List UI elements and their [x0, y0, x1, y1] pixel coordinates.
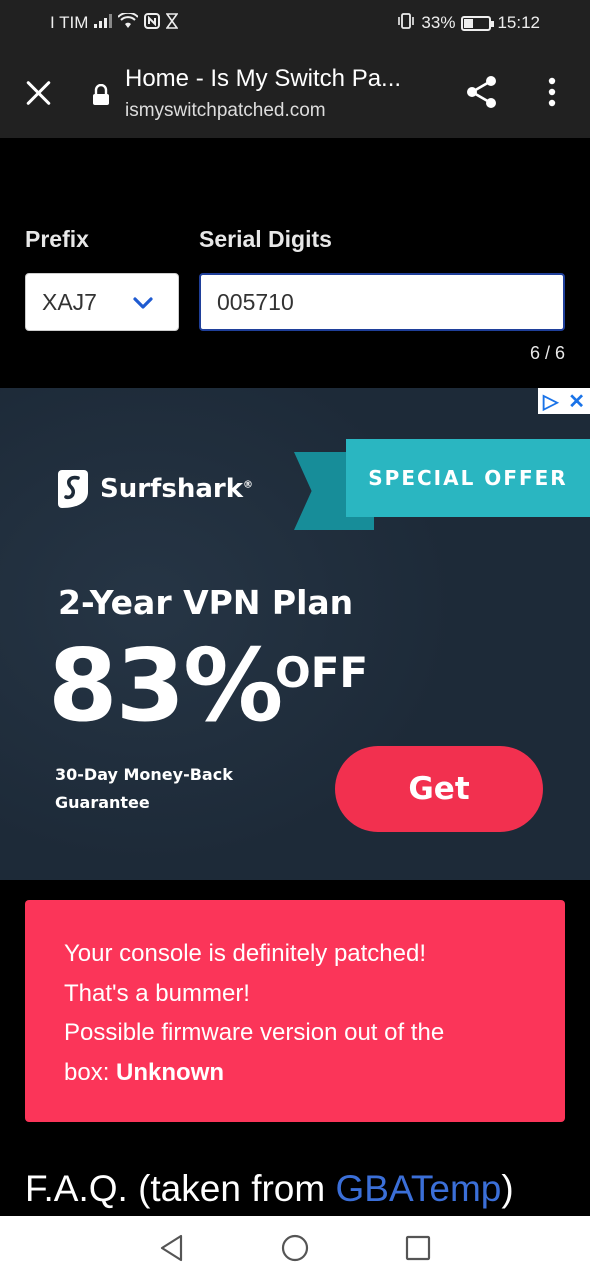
page-url[interactable]: ismyswitchpatched.com [125, 100, 326, 122]
discount-percent: 83% [48, 627, 283, 744]
guarantee-text: 30-Day Money-Back Guarantee [55, 765, 233, 812]
navigation-bar [0, 1216, 590, 1280]
ad-choices[interactable]: ▷ ✕ [538, 388, 590, 414]
home-icon[interactable] [280, 1233, 310, 1263]
status-left: I TIM [50, 11, 179, 34]
serial-digits-label: Serial Digits [199, 226, 332, 252]
result-line-3: Possible firmware version out of the [64, 1019, 445, 1046]
result-alert: Your console is definitely patched! That… [25, 900, 565, 1122]
serial-digits-input[interactable] [199, 273, 565, 331]
gbatemp-link[interactable]: GBATemp [335, 1168, 501, 1209]
hourglass-icon [165, 12, 179, 34]
battery-percent: 33% [421, 13, 456, 32]
brand-registered-mark: ® [243, 479, 254, 491]
battery-fill [464, 18, 474, 28]
result-line-1: Your console is definitely patched! [64, 940, 427, 967]
chevron-down-icon [132, 292, 154, 314]
status-right: 33% 15:12 [397, 12, 540, 34]
ad-choices-play-icon[interactable]: ▷ [543, 389, 558, 414]
firmware-version: Unknown [116, 1058, 225, 1086]
signal-icon [94, 13, 113, 33]
more-options-icon[interactable] [536, 74, 568, 110]
carrier-label: I TIM [50, 13, 89, 32]
ribbon-text: SPECIAL OFFER [368, 466, 568, 490]
faq-title-suffix: ) [501, 1168, 514, 1209]
nfc-icon [144, 12, 161, 34]
prefix-label: Prefix [25, 226, 89, 252]
get-button[interactable]: Get [335, 746, 543, 832]
share-icon[interactable] [464, 74, 500, 110]
status-bar: I TIM 33% 15:12 [0, 0, 590, 46]
plan-headline: 2-Year VPN Plan [58, 583, 354, 622]
brand-name-text: Surfshark [100, 474, 244, 504]
browser-toolbar: Home - Is My Switch Pa... ismyswitchpatc… [0, 46, 590, 138]
advertisement-banner[interactable]: ▷ ✕ SPECIAL OFFER Surfshark® 2-Year VPN … [0, 388, 590, 880]
brand: Surfshark® [56, 468, 253, 510]
character-counter: 6 / 6 [529, 343, 565, 363]
faq-heading: F.A.Q. (taken from GBATemp) [25, 1168, 514, 1210]
result-line-4: box: Unknown [64, 1053, 545, 1093]
special-offer-ribbon: SPECIAL OFFER [346, 439, 590, 517]
discount-off-label: OFF [275, 648, 369, 697]
ad-close-icon[interactable]: ✕ [568, 389, 585, 414]
prefix-selected-value: XAJ7 [42, 288, 97, 315]
clock: 15:12 [497, 13, 540, 32]
result-line-2: That's a bummer! [64, 979, 250, 1007]
vibrate-icon [397, 12, 415, 34]
result-box-prefix: box: [64, 1058, 117, 1086]
back-icon[interactable] [157, 1233, 187, 1263]
surfshark-logo-icon [56, 468, 90, 510]
page-title[interactable]: Home - Is My Switch Pa... [125, 65, 401, 93]
wifi-icon [117, 11, 140, 34]
prefix-select[interactable]: XAJ7 [25, 273, 179, 331]
recents-icon[interactable] [403, 1233, 433, 1263]
brand-name: Surfshark® [100, 474, 253, 504]
faq-title-prefix: F.A.Q. (taken from [25, 1168, 336, 1209]
lock-icon[interactable] [92, 83, 110, 105]
battery-icon [461, 15, 495, 31]
close-icon[interactable] [22, 76, 56, 110]
